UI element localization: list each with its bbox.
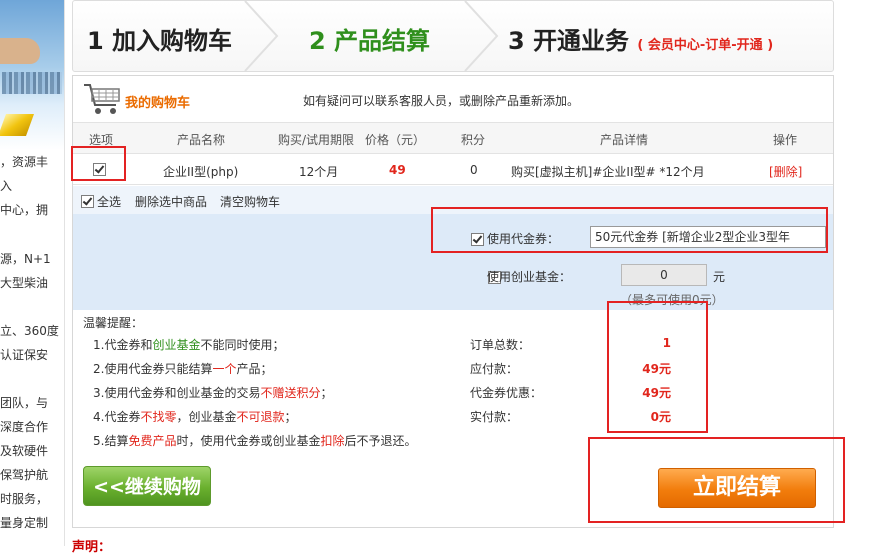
sidebar-text-line: 源，N+1 xyxy=(0,252,51,266)
sidebar-text-line: 大型柴油 xyxy=(0,276,49,290)
highlight-box xyxy=(431,207,828,253)
sidebar-text-line: 时服务， xyxy=(0,492,49,506)
fund-label: 使用创业基金： xyxy=(487,270,572,284)
delete-selected-link[interactable]: 删除选中商品 xyxy=(135,193,207,210)
sidebar-text-line: 立、360度 xyxy=(0,324,59,338)
step-1-number: 1 xyxy=(87,27,104,55)
step-1: 1 加入购物车 xyxy=(87,21,232,56)
tip-1: 1.代金券和创业基金不能同时使用； xyxy=(93,338,285,352)
step-3-sublabel: ( 会员中心-订单-开通 ) xyxy=(637,38,774,53)
sidebar-banner-image xyxy=(0,0,64,150)
product-name: 企业II型(php) xyxy=(163,165,239,179)
tips-title: 温馨提醒： xyxy=(83,316,144,330)
step-2-number: 2 xyxy=(309,27,326,55)
order-count-label: 订单总数： xyxy=(470,338,531,352)
product-detail: 购买[虚拟主机]#企业II型# *12个月 xyxy=(511,165,705,179)
sidebar-text-line: 入 xyxy=(0,179,13,193)
product-points: 0 xyxy=(470,163,478,177)
tip-2: 2.使用代金券只能结算一个产品； xyxy=(93,362,273,376)
cart-title: 我的购物车 xyxy=(125,96,191,111)
step-3: 3 开通业务 ( 会员中心-订单-开通 ) xyxy=(508,21,773,56)
checkout-steps: 1 加入购物车 2 产品结算 3 开通业务 ( 会员中心-订单-开通 ) xyxy=(72,0,834,72)
fund-amount-input[interactable]: 0 xyxy=(621,264,707,286)
step-1-label: 加入购物车 xyxy=(112,27,233,55)
highlight-box xyxy=(71,146,126,181)
sidebar-text-line: 深度合作 xyxy=(0,420,49,434)
shopping-cart-icon xyxy=(84,84,120,114)
highlight-box xyxy=(588,437,845,523)
fund-unit: 元 xyxy=(713,270,726,284)
step-2-label: 产品结算 xyxy=(334,27,431,55)
sidebar-text-line: 量身定制 xyxy=(0,516,49,530)
cart-table-header: 选项 产品名称 购买/试用期限 价格（元） 积分 产品详情 操作 xyxy=(73,123,833,154)
select-all-label[interactable]: 全选 xyxy=(97,193,121,210)
sidebar-text-line: ，资源丰 xyxy=(0,155,49,169)
tip-3: 3.使用代金券和创业基金的交易不赠送积分； xyxy=(93,386,333,400)
sidebar-text-line: 认证保安 xyxy=(0,348,49,362)
column-header: 产品详情 xyxy=(600,133,649,147)
highlight-box xyxy=(607,301,708,433)
payable-label: 应付款： xyxy=(470,362,519,376)
column-header: 产品名称 xyxy=(177,133,226,147)
tip-5: 5.结算免费产品时，使用代金券或创业基金扣除后不予退还。 xyxy=(93,434,417,448)
cart-header: 我的购物车 如有疑问可以联系客服人员，或删除产品重新添加。 xyxy=(73,76,833,123)
column-header: 价格（元） xyxy=(365,133,426,147)
cart-hint: 如有疑问可以联系客服人员，或删除产品重新添加。 xyxy=(303,94,580,108)
sidebar-text-line: 中心，拥 xyxy=(0,203,49,217)
column-header: 操作 xyxy=(773,133,798,147)
tip-4: 4.代金券不找零，创业基金不可退款； xyxy=(93,410,297,424)
column-header: 购买/试用期限 xyxy=(278,133,355,147)
sidebar-text-line: 团队，与 xyxy=(0,396,49,410)
voucher-discount-label: 代金券优惠： xyxy=(470,386,543,400)
delete-link[interactable]: [删除] xyxy=(769,163,802,180)
left-sidebar: ，资源丰 入 中心，拥 源，N+1 大型柴油 立、360度 认证保安 团队，与 … xyxy=(0,0,65,546)
product-period: 12个月 xyxy=(299,165,339,179)
column-header: 积分 xyxy=(461,133,486,147)
select-all-checkbox[interactable] xyxy=(81,195,94,208)
step-2: 2 产品结算 xyxy=(309,21,430,56)
product-price: 49 xyxy=(389,163,406,177)
table-row: 企业II型(php) 12个月 49 0 购买[虚拟主机]#企业II型# *12… xyxy=(73,154,833,185)
step-separator-arrow xyxy=(244,1,279,71)
step-3-number: 3 xyxy=(508,27,525,55)
step-separator-arrow xyxy=(464,1,499,71)
sidebar-text-line: 及软硬件 xyxy=(0,444,49,458)
clear-cart-link[interactable]: 清空购物车 xyxy=(220,193,280,210)
step-3-label: 开通业务 xyxy=(533,27,630,55)
continue-shopping-button[interactable]: <<继续购物 xyxy=(83,466,211,506)
sidebar-text-line: 保驾护航 xyxy=(0,468,49,482)
paid-label: 实付款： xyxy=(470,410,519,424)
